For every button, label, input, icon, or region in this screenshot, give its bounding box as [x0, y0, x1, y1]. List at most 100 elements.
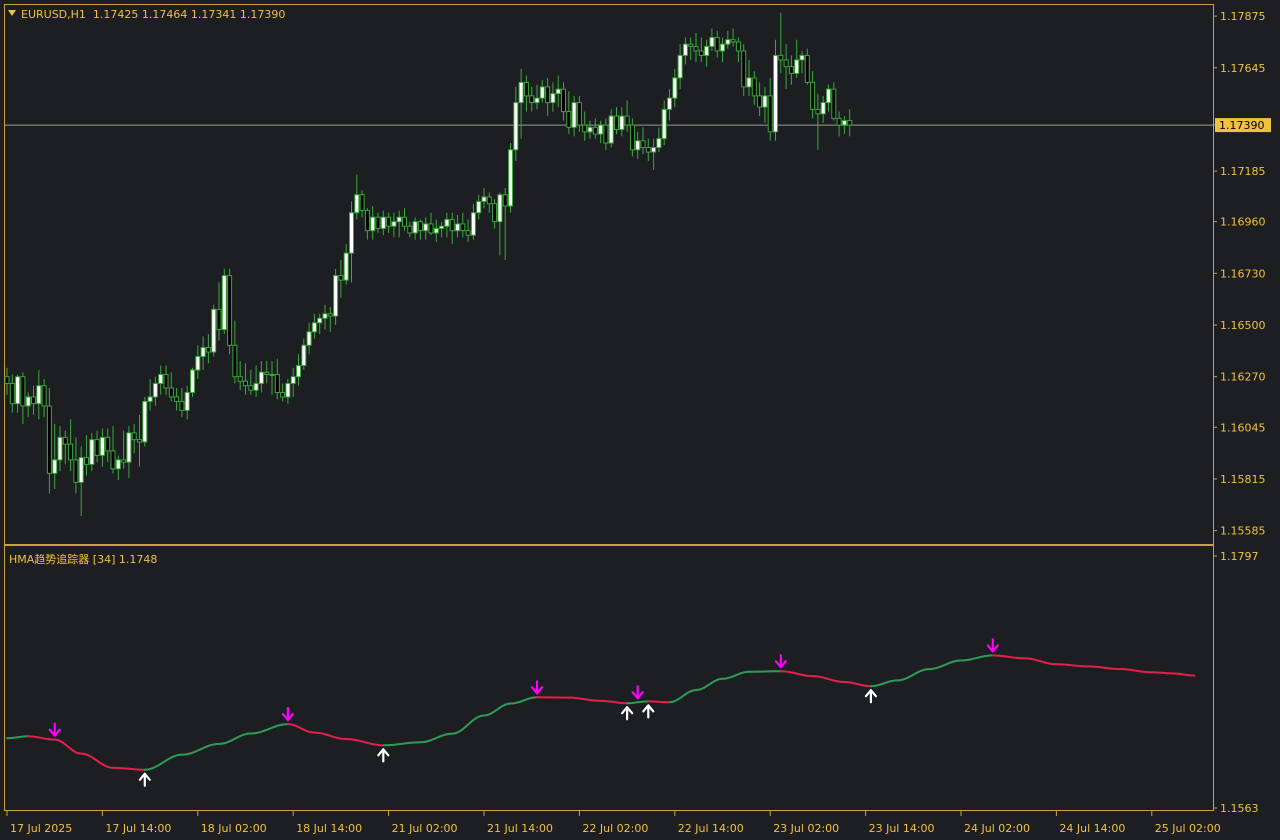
time-tick-label: 18 Jul 14:00: [296, 822, 362, 835]
candle-body: [280, 391, 286, 398]
candle-body: [635, 140, 641, 151]
candle-body: [815, 108, 821, 115]
candle-body: [174, 396, 180, 402]
symbol-header[interactable]: EURUSD,H1 1.17425 1.17464 1.17341 1.1739…: [8, 8, 285, 21]
price-axis: 1.17875 1.17645 1.17390 1.17185 1.16960 1.167…: [1213, 10, 1271, 538]
indicator-header[interactable]: HMA趋势追踪器 [34] 1.1748: [9, 551, 157, 567]
candle-body: [211, 308, 217, 353]
candle-body: [115, 459, 121, 470]
candle-body: [25, 396, 31, 407]
candle-body: [290, 376, 296, 384]
candle-body: [333, 275, 339, 317]
candle-body: [714, 36, 720, 52]
candle-body: [592, 126, 598, 135]
candle-body: [105, 436, 111, 452]
candle-body: [306, 331, 312, 346]
candle-body: [799, 54, 805, 61]
arrow-down-icon: [530, 680, 544, 695]
candle-body: [757, 95, 763, 108]
candle-body: [518, 81, 524, 104]
candle-body: [73, 459, 79, 483]
candle-body: [523, 81, 529, 97]
candle-body: [709, 36, 715, 47]
candle-body: [417, 221, 423, 232]
price-tick-label: 1.16045: [1220, 421, 1266, 434]
candle-body: [661, 108, 667, 140]
candle-body: [317, 317, 323, 324]
candle-body: [168, 387, 174, 398]
chart-canvas: 1.17875 1.17645 1.17390 1.17185 1.16960 1.167…: [4, 10, 1271, 835]
candle-body: [322, 313, 328, 319]
candle-body: [841, 120, 847, 126]
candle-body: [773, 54, 778, 133]
indicator-tick-label: 1.1563: [1220, 802, 1259, 815]
time-tick-label: 22 Jul 02:00: [582, 822, 648, 835]
candle-body: [343, 252, 349, 281]
time-tick-label: 22 Jul 14:00: [678, 822, 744, 835]
candle-body: [682, 43, 688, 56]
candle-body: [762, 95, 768, 108]
candle-body: [767, 95, 773, 133]
candle-body: [205, 347, 211, 353]
candle-body: [476, 200, 482, 214]
candle-body: [412, 221, 418, 234]
candle-body: [131, 432, 137, 441]
candle-body: [31, 396, 36, 405]
candle-body: [836, 117, 842, 126]
candle-body: [195, 356, 201, 371]
candle-body: [640, 140, 646, 149]
candle-body: [200, 347, 206, 358]
candle-body: [423, 223, 429, 232]
candle-body: [587, 126, 593, 133]
candle-body: [783, 59, 789, 68]
candle-body: [667, 97, 672, 110]
price-tick-label: 1.15585: [1220, 525, 1266, 538]
candle-body: [407, 225, 413, 234]
candle-body: [730, 39, 736, 43]
candle-body: [651, 147, 657, 153]
candle-body: [190, 369, 195, 393]
candle-body: [603, 124, 609, 144]
candle-body: [751, 77, 757, 97]
arrow-up-icon: [864, 689, 877, 704]
candle-body: [513, 102, 519, 151]
candle-body: [735, 41, 741, 52]
candle-body: [269, 373, 275, 376]
price-tick-label: 1.16270: [1220, 371, 1266, 384]
candle-body: [826, 88, 831, 104]
candle-body: [386, 216, 392, 227]
candle-body: [391, 221, 397, 227]
candle-body: [566, 111, 572, 128]
price-tick-label: 1.17875: [1220, 10, 1266, 23]
arrow-down-icon: [774, 654, 787, 669]
candle-body: [327, 313, 333, 317]
candle-body: [110, 450, 116, 470]
arrow-up-icon: [621, 706, 634, 721]
candle-body: [232, 344, 238, 378]
candle-body: [41, 385, 47, 407]
candle-body: [820, 102, 826, 115]
hma-line-group: [6, 654, 1196, 771]
arrow-up-icon: [642, 704, 655, 719]
candle-body: [68, 443, 74, 461]
candle-body: [359, 194, 365, 211]
candle-body: [349, 212, 354, 254]
time-tick-label: 18 Jul 02:00: [201, 822, 267, 835]
candle-body: [62, 436, 68, 445]
time-tick-label: 23 Jul 02:00: [773, 822, 839, 835]
candle-body: [84, 457, 89, 465]
candle-body: [375, 216, 381, 229]
indicator-axis: 1.1797 1.1563: [1213, 550, 1259, 815]
candle-body: [9, 382, 15, 405]
time-tick-label: 23 Jul 14:00: [869, 822, 935, 835]
arrow-down-icon: [631, 685, 644, 700]
candle-body: [571, 102, 577, 128]
candle-body: [492, 203, 498, 223]
chevron-down-icon[interactable]: [8, 10, 16, 16]
arrow-down-icon: [281, 707, 294, 722]
candle-body: [698, 50, 704, 56]
candle-body: [656, 138, 662, 149]
candle-body: [545, 86, 551, 104]
candle-body: [221, 275, 227, 331]
candle-body: [94, 439, 100, 456]
